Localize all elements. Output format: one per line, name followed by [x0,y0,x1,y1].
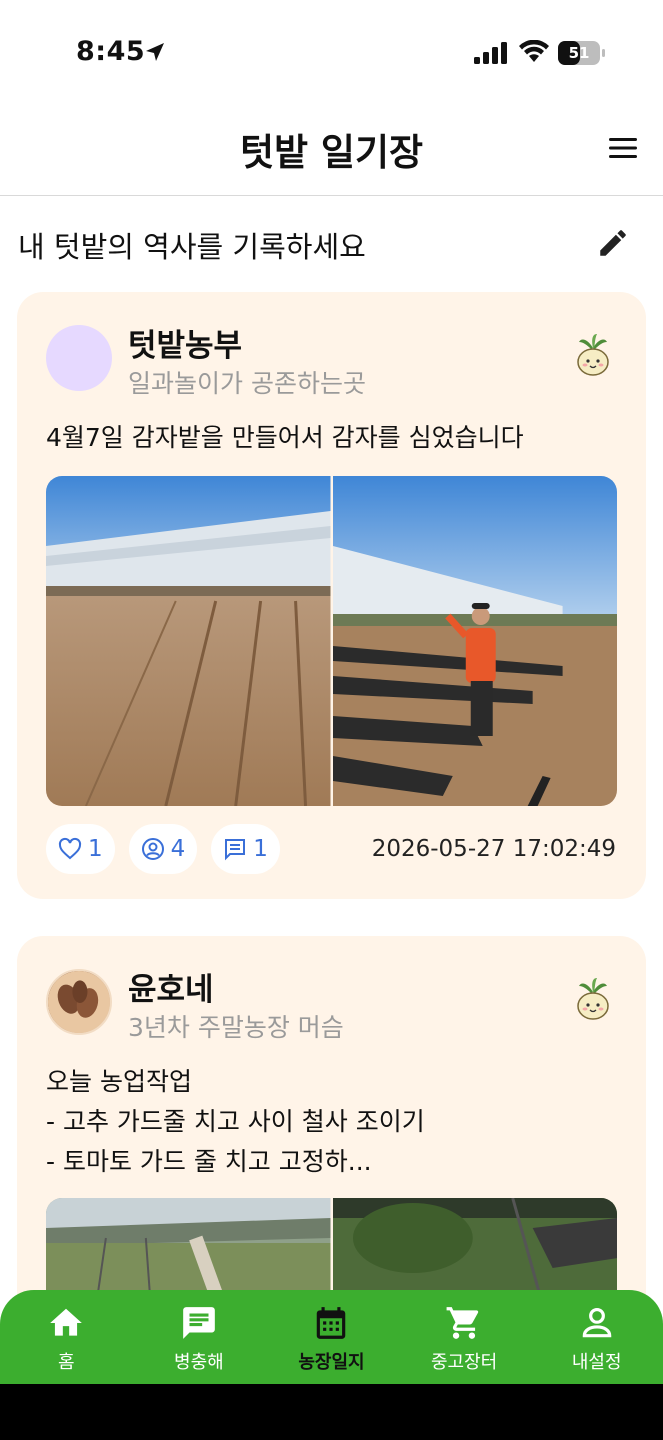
home-indicator-bar [0,1384,663,1440]
nav-label: 내설정 [571,1352,622,1373]
nav-label: 중고장터 [430,1352,498,1373]
view-count: 4 [170,836,186,862]
chat-icon [183,1307,215,1339]
person-circle-icon [141,838,164,860]
nav-item-settings[interactable]: 내설정 [530,1290,663,1384]
comment-button[interactable]: 1 [211,824,280,874]
post-date: 2026-05-27 17:02:49 [371,836,616,862]
nav-item-pests[interactable]: 병충해 [133,1290,266,1384]
nav-label: 홈 [58,1352,75,1373]
author-name[interactable]: 텃밭농부 [128,320,242,365]
status-time: 8:45 [76,36,146,67]
edit-pencil-icon[interactable] [596,226,630,260]
comment-icon [225,839,246,861]
author-name[interactable]: 윤호네 [128,964,214,1009]
radish-badge-icon [577,334,609,376]
nav-item-farm-journal[interactable]: 농장일지 [265,1290,398,1384]
photo-gallery[interactable] [46,476,617,806]
cart-icon [446,1307,479,1339]
comment-count: 1 [253,836,268,862]
post-card[interactable]: 텃밭농부 일과놀이가 공존하는곳 4월7일 감자밭을 만들어서 감자를 심었습니… [17,292,646,899]
page-title: 텃밭 일기장 [239,131,424,174]
nav-item-market[interactable]: 중고장터 [398,1290,531,1384]
post-photo[interactable] [332,476,617,806]
home-icon [50,1308,83,1336]
calendar-icon [317,1307,346,1339]
battery-level: 51 [568,44,590,62]
sub-header: 내 텃밭의 역사를 기록하세요 [18,220,645,270]
like-button[interactable]: 1 [46,824,115,874]
cellular-signal-icon [474,42,507,64]
status-bar: 8:45 51 [0,0,663,100]
avatar[interactable] [46,325,112,391]
hamburger-menu-icon[interactable] [607,136,639,160]
nav-label: 병충해 [174,1352,224,1373]
like-count: 1 [88,836,103,862]
author-bio: 일과놀이가 공존하는곳 [128,369,366,398]
post-text[interactable]: 오늘 농업작업 - 고추 가드줄 치고 사이 철사 조이기 - 토마토 가드 줄… [46,1062,425,1182]
app-header: 텃밭 일기장 [0,100,663,196]
battery-icon: 51 [558,41,606,65]
avatar[interactable] [46,969,112,1035]
section-subtitle: 내 텃밭의 역사를 기록하세요 [18,230,366,264]
nav-label: 농장일지 [298,1352,365,1373]
location-arrow-icon [146,43,164,61]
radish-badge-icon [577,978,609,1020]
bottom-navigation: 홈 병충해 농장일지 중고장터 내설정 [0,1290,663,1384]
views-button[interactable]: 4 [128,824,198,874]
heart-icon [58,837,82,860]
author-bio: 3년차 주말농장 머슴 [128,1013,344,1042]
person-icon [582,1307,611,1338]
post-stats: 1 4 1 [46,824,280,876]
post-photo[interactable] [46,476,331,806]
nav-item-home[interactable]: 홈 [0,1290,133,1384]
post-text[interactable]: 4월7일 감자밭을 만들어서 감자를 심었습니다 [46,418,524,458]
wifi-icon [519,40,549,62]
